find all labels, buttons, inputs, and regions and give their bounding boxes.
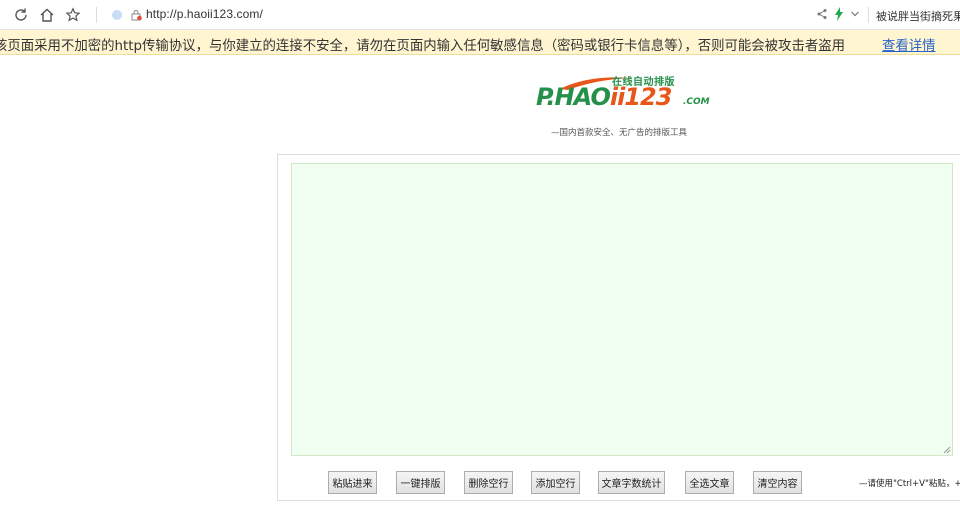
chevron-down-icon[interactable] bbox=[850, 9, 860, 19]
shortcut-hint: —请使用"Ctrl+V"粘贴，+C复制 bbox=[859, 479, 960, 489]
toolbar-divider bbox=[96, 7, 97, 23]
lightning-icon[interactable] bbox=[834, 7, 844, 21]
star-icon[interactable] bbox=[64, 6, 82, 24]
add-blank-lines-button[interactable]: 添加空行 bbox=[531, 471, 580, 494]
resize-grip-icon[interactable] bbox=[943, 446, 951, 454]
browser-window: http://p.haoii123.com/ 被说胖当街摘死果 该页面采用不加密… bbox=[0, 0, 960, 520]
site-logo[interactable]: 在线自动排版 P.HAOii123 .COM bbox=[534, 73, 714, 117]
toolbar-divider bbox=[868, 7, 869, 23]
home-icon[interactable] bbox=[38, 6, 56, 24]
content-editor[interactable] bbox=[291, 163, 953, 456]
share-icon[interactable] bbox=[816, 8, 828, 20]
insecure-warning-icon[interactable] bbox=[130, 9, 142, 21]
security-warning-bar: 该页面采用不加密的http传输协议，与你建立的连接不安全，请勿在页面内输入任何敏… bbox=[0, 30, 960, 55]
tagline: —国内首款安全、无广告的排版工具 bbox=[551, 128, 688, 138]
clear-content-button[interactable]: 清空内容 bbox=[753, 471, 802, 494]
address-bar[interactable]: http://p.haoii123.com/ bbox=[110, 5, 870, 25]
format-button[interactable]: 一键排版 bbox=[396, 471, 445, 494]
logo-wordmark-prefix: P.HAO bbox=[536, 83, 611, 111]
browser-toolbar: http://p.haoii123.com/ 被说胖当街摘死果 bbox=[0, 0, 960, 30]
url-text[interactable]: http://p.haoii123.com/ bbox=[146, 7, 263, 21]
logo-wordmark: P.HAOii123 bbox=[536, 83, 673, 111]
logo-wordmark-suffix: ii123 bbox=[609, 83, 673, 111]
paste-button[interactable]: 粘贴进来 bbox=[328, 471, 377, 494]
select-all-button[interactable]: 全选文章 bbox=[685, 471, 734, 494]
logo-domain: .COM bbox=[683, 97, 710, 107]
search-box[interactable]: 被说胖当街摘死果 bbox=[876, 8, 960, 24]
refresh-icon[interactable] bbox=[12, 6, 30, 24]
delete-blank-lines-button[interactable]: 删除空行 bbox=[464, 471, 513, 494]
word-count-button[interactable]: 文章字数统计 bbox=[598, 471, 665, 494]
security-warning-text: 该页面采用不加密的http传输协议，与你建立的连接不安全，请勿在页面内输入任何敏… bbox=[0, 39, 846, 54]
view-details-link[interactable]: 查看详情 bbox=[882, 34, 936, 54]
editor-panel: 粘贴进来 一键排版 删除空行 添加空行 文章字数统计 全选文章 清空内容 —请使… bbox=[277, 154, 960, 501]
site-favicon-icon bbox=[112, 10, 122, 20]
